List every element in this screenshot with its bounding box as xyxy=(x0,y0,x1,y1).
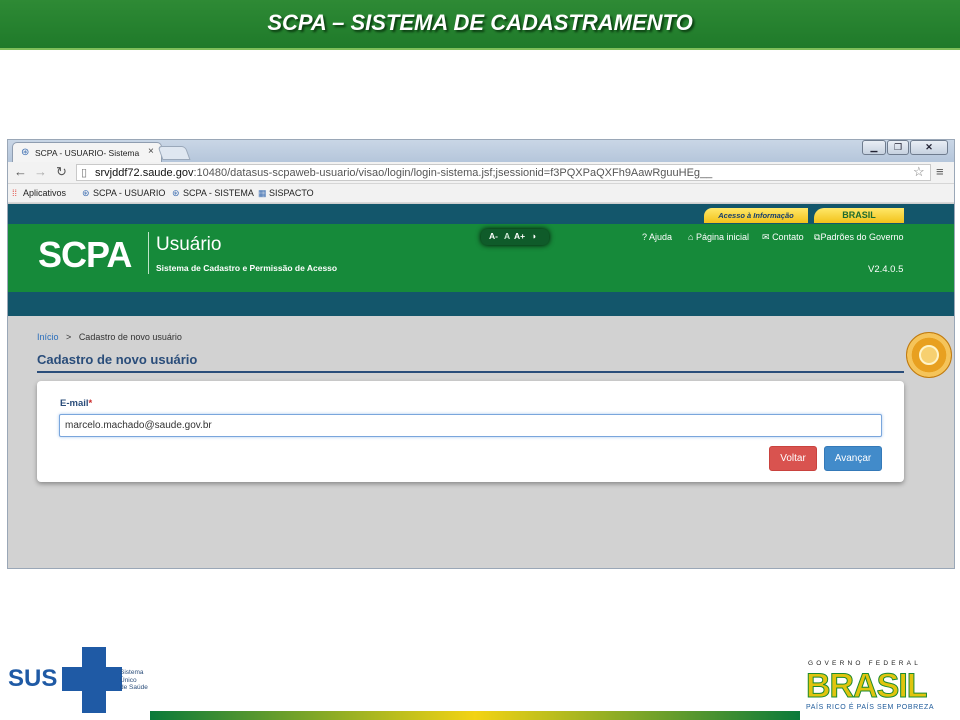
page-title: Cadastro de novo usuário xyxy=(37,352,198,367)
logo-divider xyxy=(148,232,149,274)
scpa-logo[interactable]: SCPA xyxy=(38,234,132,276)
home-link[interactable]: ⌂ Página inicial xyxy=(688,232,749,242)
help-label: Ajuda xyxy=(649,232,673,242)
mail-icon: ✉ xyxy=(762,232,770,242)
forward-arrow-icon[interactable]: → xyxy=(34,164,47,179)
voltar-button[interactable]: Voltar xyxy=(769,446,817,471)
font-size-controls: A- A A+ ◑ xyxy=(481,229,549,245)
brasil-slogan: PAÍS RICO É PAÍS SEM POBREZA xyxy=(806,704,935,711)
globe-icon: ⊛ xyxy=(82,188,90,198)
standards-link[interactable]: ⧉Padrões do Governo xyxy=(814,232,904,243)
brasil-gov-link[interactable]: BRASIL xyxy=(814,208,904,223)
standards-label: Padrões do Governo xyxy=(820,232,904,242)
back-arrow-icon[interactable]: ← xyxy=(14,164,27,179)
menu-icon[interactable]: ≡ xyxy=(936,164,944,179)
home-label: Página inicial xyxy=(695,232,749,242)
bookmark-label: SCPA - SISTEMA xyxy=(183,188,254,198)
bookmark-apps[interactable]: ⁞⁞ Aplicativos xyxy=(12,188,66,198)
seal-icon xyxy=(906,332,952,378)
sus-tagline: Sistema Único de Saúde xyxy=(120,669,148,692)
sus-cross-horizontal xyxy=(62,667,122,691)
browser-window: ⊛ SCPA - USUARIO- Sistema × ▁ ❐ ✕ ← → ↻ … xyxy=(7,139,955,569)
reload-icon[interactable]: ↻ xyxy=(56,164,67,180)
bookmark-label: Aplicativos xyxy=(23,188,67,198)
bookmark-star-icon[interactable]: ☆ xyxy=(913,164,925,180)
maximize-icon[interactable]: ❐ xyxy=(887,140,909,155)
address-url: srvjddf72.saude.gov:10480/datasus-scpawe… xyxy=(95,167,712,179)
font-reset-button[interactable]: A xyxy=(504,231,510,241)
window-controls: ▁ ❐ ✕ xyxy=(862,140,950,156)
sispacto-icon: ▦ xyxy=(258,188,267,198)
globe-icon: ⊛ xyxy=(172,188,180,198)
tab-title: SCPA - USUARIO- Sistema xyxy=(35,148,140,158)
seal-inner-ring xyxy=(919,345,939,365)
help-link[interactable]: ? Ajuda xyxy=(642,232,672,242)
web-page: Acesso à Informação BRASIL SCPA Usuário … xyxy=(8,204,954,568)
breadcrumb-separator: > xyxy=(66,332,72,342)
email-field[interactable] xyxy=(59,414,882,437)
browser-toolbar: ← → ↻ ▯ srvjddf72.saude.gov:10480/datasu… xyxy=(8,162,954,184)
apps-grid-icon: ⁞⁞ xyxy=(12,188,18,198)
address-bar[interactable]: ▯ srvjddf72.saude.gov:10480/datasus-scpa… xyxy=(76,164,931,181)
contact-label: Contato xyxy=(772,232,804,242)
url-path: :10480/datasus-scpaweb-usuario/visao/log… xyxy=(193,167,713,179)
governo-federal-logo: GOVERNO FEDERAL BRASIL PAÍS RICO É PAÍS … xyxy=(800,660,958,716)
app-version: V2.4.0.5 xyxy=(868,264,904,275)
browser-tab[interactable]: ⊛ SCPA - USUARIO- Sistema × xyxy=(12,142,162,162)
bookmark-label: SCPA - USUARIO xyxy=(93,188,166,198)
breadcrumb-home-link[interactable]: Início xyxy=(37,332,59,342)
font-decrease-button[interactable]: A- xyxy=(489,231,498,241)
sus-tagline-line: Único xyxy=(120,676,137,684)
required-mark: * xyxy=(88,398,93,409)
url-host: srvjddf72.saude.gov xyxy=(95,167,194,179)
font-increase-button[interactable]: A+ xyxy=(514,231,525,241)
contrast-icon[interactable]: ◑ xyxy=(531,231,536,241)
tab-favicon-icon: ⊛ xyxy=(21,147,30,158)
avancar-button[interactable]: Avançar xyxy=(824,446,882,471)
bookmark-label: SISPACTO xyxy=(269,188,314,198)
tab-close-icon[interactable]: × xyxy=(148,146,154,157)
new-tab-button[interactable] xyxy=(157,146,191,160)
bookmarks-bar: ⁞⁞ Aplicativos ⊛ SCPA - USUARIO ⊛ SCPA - SI… xyxy=(8,184,954,203)
close-window-icon[interactable]: ✕ xyxy=(910,140,948,155)
brasil-wordmark: BRASIL xyxy=(806,667,929,706)
gov-caption: GOVERNO FEDERAL xyxy=(808,660,922,667)
tab-strip: ⊛ SCPA - USUARIO- Sistema × ▁ ❐ ✕ xyxy=(8,140,954,162)
gov-bar: Acesso à Informação BRASIL xyxy=(8,204,954,224)
page-icon: ▯ xyxy=(81,167,88,179)
sus-logo: SUS Sistema Único de Saúde xyxy=(6,645,156,713)
system-subtitle: Sistema de Cadastro e Permissão de Acess… xyxy=(156,263,338,273)
sus-wordmark: SUS xyxy=(8,665,58,692)
footer-color-strip xyxy=(150,711,800,720)
registration-card: E-mail* Voltar Avançar xyxy=(37,381,904,482)
site-header: SCPA Usuário Sistema de Cadastro e Permi… xyxy=(8,224,954,292)
acesso-informacao-link[interactable]: Acesso à Informação xyxy=(704,208,808,223)
module-name: Usuário xyxy=(156,234,222,255)
sus-tagline-line: Sistema xyxy=(120,669,144,676)
bookmark-scpa-sistema[interactable]: ⊛ SCPA - SISTEMA xyxy=(172,188,254,199)
breadcrumb-current: Cadastro de novo usuário xyxy=(78,332,182,342)
contact-link[interactable]: ✉ Contato xyxy=(762,232,804,243)
email-label-text: E-mail xyxy=(60,398,89,409)
slide-title: SCPA – SISTEMA DE CADASTRAMENTO xyxy=(267,10,693,35)
bookmark-scpa-usuario[interactable]: ⊛ SCPA - USUARIO xyxy=(82,188,165,199)
minimize-icon[interactable]: ▁ xyxy=(862,140,886,155)
slide: SCPA – SISTEMA DE CADASTRAMENTO ⊛ SCPA -… xyxy=(0,0,960,720)
home-icon: ⌂ xyxy=(688,232,694,242)
breadcrumb: Início > Cadastro de novo usuário xyxy=(37,332,182,342)
sus-tagline-line: de Saúde xyxy=(120,684,148,691)
nav-bar xyxy=(8,292,954,316)
email-label: E-mail* xyxy=(60,398,92,409)
title-divider xyxy=(37,371,904,373)
bookmark-sispacto[interactable]: ▦ SISPACTO xyxy=(258,188,314,199)
slide-title-banner: SCPA – SISTEMA DE CADASTRAMENTO xyxy=(0,0,960,50)
